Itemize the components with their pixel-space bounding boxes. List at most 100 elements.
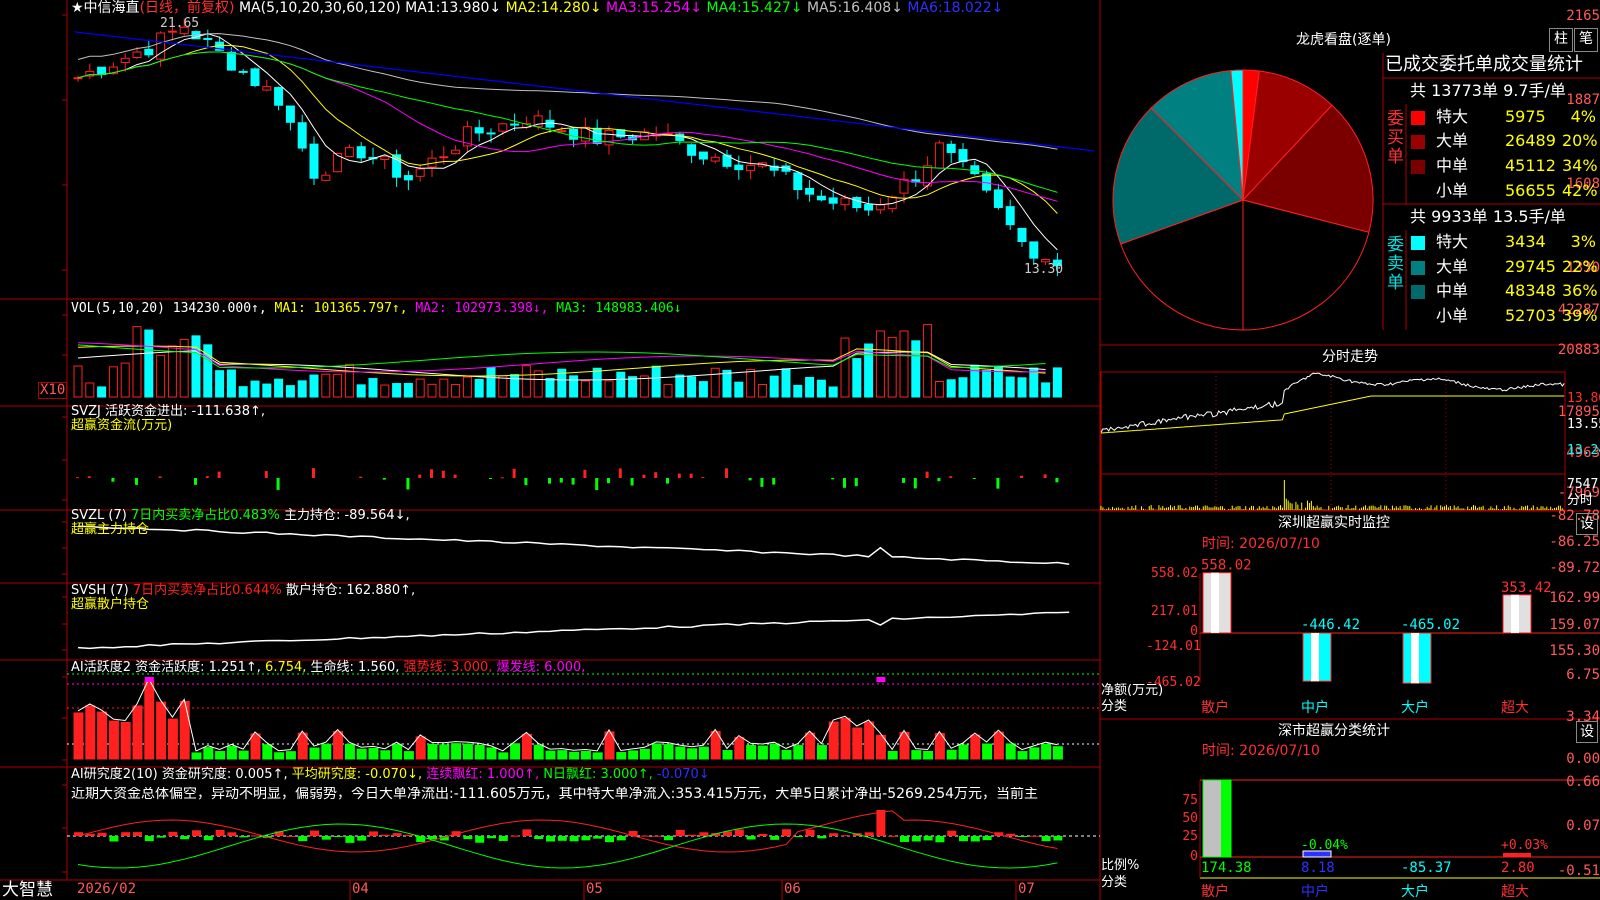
svzj-bar [571,478,575,485]
sz-class-settings-button[interactable]: 设 [1576,721,1598,743]
volume-bar [840,337,850,398]
sz-monitor-title: 深圳超赢实时监控 [1278,515,1390,531]
svzj-bar [1055,478,1059,483]
pie-title: 龙虎看盘(逐单) [1296,32,1391,48]
bar-mode-button[interactable]: 柱 [1549,28,1573,52]
tick-mode-button[interactable]: 笔 [1574,28,1598,52]
sell-summary: 共 9933单 13.5手/单 [1410,207,1566,226]
sz-monitor-bar-hl-3 [1511,594,1519,633]
ai2-bar [533,744,544,760]
candle-body [285,105,295,123]
ai2-bar [510,743,521,760]
volume-bar [439,378,449,398]
intraday-price-line [1100,372,1565,433]
candle-body [946,143,956,153]
intraday-vol-label: 7547 [1567,477,1599,492]
stock-chart-canvas[interactable]: 558.02散户-446.42中户-465.02大户353.42超大174.38… [0,0,1600,900]
ai2-bar [203,747,214,760]
ai2-bar [309,747,320,760]
candle-body [1005,206,1015,226]
volume-bar [757,384,767,398]
air-bar [1041,836,1051,842]
svzj-bar [276,478,280,490]
ai2-bar [698,746,709,760]
volume-bar [923,324,933,398]
candle-body [474,127,484,134]
ai2-bar [675,746,686,760]
volume-bar [722,369,732,398]
ai2-bar [687,748,698,760]
vol-ma2: MA2: 102973.398↓, [415,301,549,316]
ai2-bar [97,711,108,760]
candle-body [557,130,567,133]
ai2-bar [85,705,96,760]
intraday-title: 分时走势 [1322,349,1378,365]
candle-body [498,123,508,132]
sz-monitor-bar-hl-1 [1311,633,1319,682]
candle-body [97,66,107,75]
buy-row-4-vol: 56655 [1505,181,1556,200]
volume-bar [132,326,142,398]
vol-ma3: MA3: 148983.406↓ [556,301,682,316]
svsh-hold: 散户持仓: 162.880↑, [285,583,416,598]
ai2-bar [285,751,296,760]
szc-bar-label-1: 8.18 [1301,860,1335,876]
svzl-ytick-2: -86.25 [1549,534,1600,550]
candle-body [144,48,154,56]
sz-ytick-2: 217.01 [1151,604,1198,619]
ai2-bar [120,722,131,760]
candle-body [73,77,83,80]
svzj-bar [1043,474,1047,478]
volume-bar [946,379,956,398]
ai2-bar [757,745,768,760]
kline-ytick-1: 2165 [1566,8,1600,24]
ma4-value: 15.427↓ [741,0,803,16]
ai2-bar [580,750,591,760]
candle-body [687,144,697,156]
volume-bar [628,376,638,398]
ai2-ytick-3: 0.00 [1566,751,1600,767]
candle-body [746,164,756,172]
buy-row-1-name: 特大 [1436,107,1469,126]
sz-monitor-settings-button[interactable]: 设 [1576,513,1598,535]
svsh-ratio: 7日内买卖净占比0.644% [132,583,282,598]
buy-row-3-pct: 34% [1562,156,1598,175]
volume-bar [167,345,177,398]
air-bar [215,829,225,836]
air-bar [782,829,791,836]
ai2-bar [250,733,261,760]
ai2-header: AI活跃度2 资金活跃度: 1.251↑, 6.754, 生命线: 1.560,… [71,660,585,675]
air-bar [734,829,744,836]
volume-bar [297,380,307,398]
candle-body [864,204,874,211]
ai2-bar [344,743,355,760]
svzj-bar [158,476,162,478]
stock-title[interactable]: ★中信海直 [71,0,140,16]
candle-body [1017,227,1027,243]
ma2-label: MA2: [505,0,541,16]
ai2-bar [887,750,898,760]
air-ytick-3: -0.51 [1557,863,1600,879]
svzj-bar [548,478,551,484]
volume-bar [1005,376,1015,398]
svzj-bar [913,478,917,489]
air-bar [793,836,803,837]
volume-bar [368,378,378,398]
volume-bar [828,386,838,398]
candle-body [958,149,968,163]
air-bar [746,836,756,840]
svsh-name: SVSH (7) [71,583,129,598]
svzj-bar [217,471,221,478]
volume-bar [911,340,921,398]
candle-body [167,30,177,33]
volume-bar [769,375,779,398]
air-bar [227,832,237,836]
szc-bar-top-1: -0.04% [1301,838,1348,853]
air-header: AI研究度2(10) 资金研究度: 0.005↑, 平均研究度: -0.070↓… [71,767,710,782]
candle-body [274,87,284,106]
vol-header: VOL(5,10,20) 134230.000↑, MA1: 101365.79… [71,301,682,316]
ai2-bar [828,721,839,760]
candle-body [982,173,992,191]
svzj-bar [583,469,587,478]
candle-body [262,86,272,91]
